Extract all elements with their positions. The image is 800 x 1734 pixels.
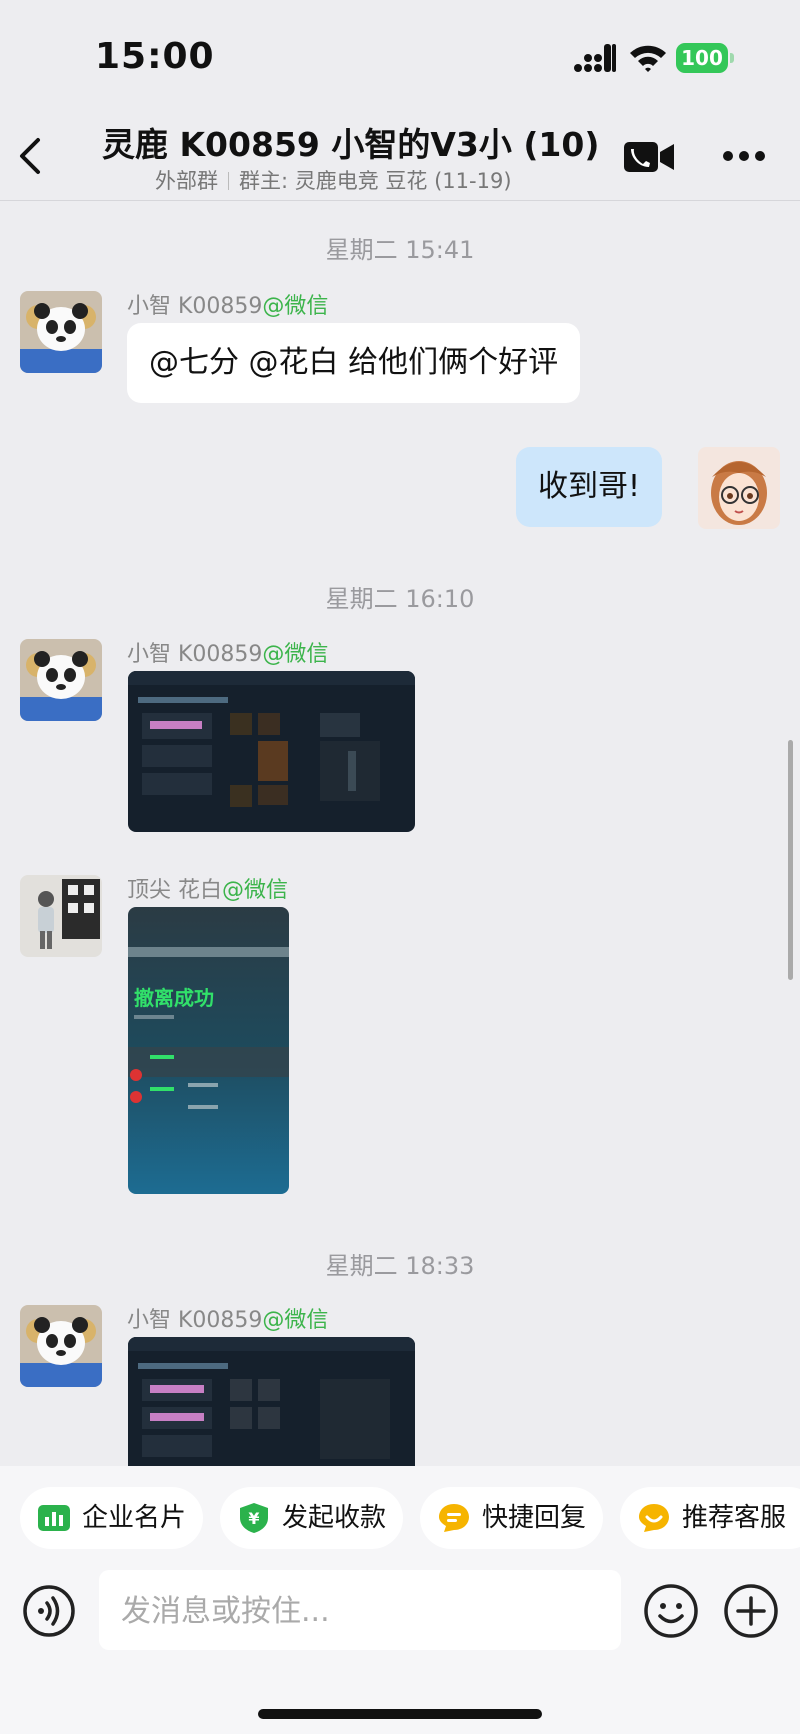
my-message-bubble[interactable]: 收到哥!: [516, 447, 663, 527]
panda-avatar-icon: [20, 639, 102, 721]
quick-action-label: 企业名片: [82, 1503, 187, 1533]
sender-label: 小智 K00859: [127, 1308, 263, 1333]
panda-avatar-icon: [20, 1305, 102, 1387]
status-time: 15:00: [95, 36, 215, 77]
quick-action-quick-reply[interactable]: 快捷回复: [420, 1487, 603, 1549]
avatar-xiaozhi[interactable]: [20, 639, 102, 721]
sender-label: 小智 K00859: [127, 642, 263, 667]
emoji-icon[interactable]: [643, 1583, 699, 1639]
sender-source: @微信: [262, 294, 329, 319]
battery-level: 100: [676, 43, 728, 73]
avatar-xiaozhi[interactable]: [20, 291, 102, 373]
group-owner-label: 群主: 灵鹿电竞 豆花 (11-19): [239, 169, 512, 193]
home-indicator[interactable]: [258, 1709, 542, 1719]
quick-action-recommend-service[interactable]: 推荐客服: [620, 1487, 800, 1549]
game-inventory-screenshot-icon: [128, 671, 415, 832]
person-photo-avatar-icon: [20, 875, 102, 957]
chat-header: 灵鹿 K00859 小智的V3小 (10) 外部群 群主: 灵鹿电竞 豆花 (11…: [0, 110, 800, 201]
sender-name: 小智 K00859@微信: [127, 288, 328, 320]
business-card-icon: [38, 1505, 70, 1531]
subtitle-divider: [228, 172, 229, 190]
quick-reply-icon: [439, 1504, 469, 1532]
status-bar: 15:00 100: [0, 0, 800, 110]
extraction-success-text: 撤离成功: [134, 986, 214, 1010]
cellular-signal-icon: [574, 44, 616, 72]
sender-source: @微信: [262, 1308, 329, 1333]
avatar-huabai[interactable]: [20, 875, 102, 957]
sender-name: 小智 K00859@微信: [127, 1302, 328, 1334]
more-options-icon[interactable]: [722, 150, 766, 162]
svg-text:¥: ¥: [248, 1509, 259, 1528]
battery-nub: [730, 53, 734, 63]
sender-name: 小智 K00859@微信: [127, 636, 328, 668]
extraction-success-screenshot-icon: 撤离成功: [128, 907, 289, 1194]
timestamp: 星期二 18:33: [325, 1252, 475, 1280]
call-icon[interactable]: [624, 140, 674, 174]
quick-action-label: 发起收款: [282, 1503, 387, 1533]
recommend-service-icon: [639, 1504, 669, 1532]
bottom-toolbar: 企业名片 ¥ 发起收款 快捷回复 推荐客服: [0, 1466, 800, 1734]
timestamp: 星期二 16:10: [325, 585, 475, 613]
message-bubble[interactable]: @七分 @花白 给他们俩个好评: [127, 323, 581, 403]
anime-girl-avatar-icon: [698, 447, 780, 529]
quick-action-label: 快捷回复: [482, 1503, 587, 1533]
sender-name: 顶尖 花白@微信: [127, 872, 288, 904]
payment-shield-icon: ¥: [240, 1503, 268, 1533]
image-message-inventory[interactable]: [128, 671, 415, 832]
sender-label: 顶尖 花白: [127, 878, 222, 903]
external-group-tag: 外部群: [155, 169, 218, 193]
chat-title[interactable]: 灵鹿 K00859 小智的V3小 (10): [102, 118, 622, 166]
image-message-extraction[interactable]: 撤离成功: [128, 907, 289, 1194]
quick-action-label: 推荐客服: [682, 1503, 787, 1533]
chat-scrollbar[interactable]: [788, 740, 793, 980]
panda-avatar-icon: [20, 291, 102, 373]
timestamp: 星期二 15:41: [325, 236, 475, 264]
add-more-icon[interactable]: [723, 1583, 779, 1639]
quick-action-business-card[interactable]: 企业名片: [20, 1487, 203, 1549]
avatar-me[interactable]: [698, 447, 780, 529]
wifi-icon: [630, 45, 666, 72]
message-input-box[interactable]: [99, 1570, 621, 1652]
voice-input-icon[interactable]: [22, 1584, 76, 1638]
back-arrow-icon[interactable]: [14, 134, 50, 178]
battery-indicator: 100: [676, 43, 734, 73]
avatar-xiaozhi[interactable]: [20, 1305, 102, 1387]
message-input[interactable]: [119, 1570, 613, 1652]
sender-label: 小智 K00859: [127, 294, 263, 319]
quick-action-request-payment[interactable]: ¥ 发起收款: [220, 1487, 403, 1549]
sender-source: @微信: [222, 878, 289, 903]
sender-source: @微信: [262, 642, 329, 667]
image-message-inventory-2[interactable]: [128, 1337, 415, 1466]
game-inventory-screenshot-icon: [128, 1337, 415, 1466]
chat-subtitle: 外部群 群主: 灵鹿电竞 豆花 (11-19): [155, 165, 512, 195]
